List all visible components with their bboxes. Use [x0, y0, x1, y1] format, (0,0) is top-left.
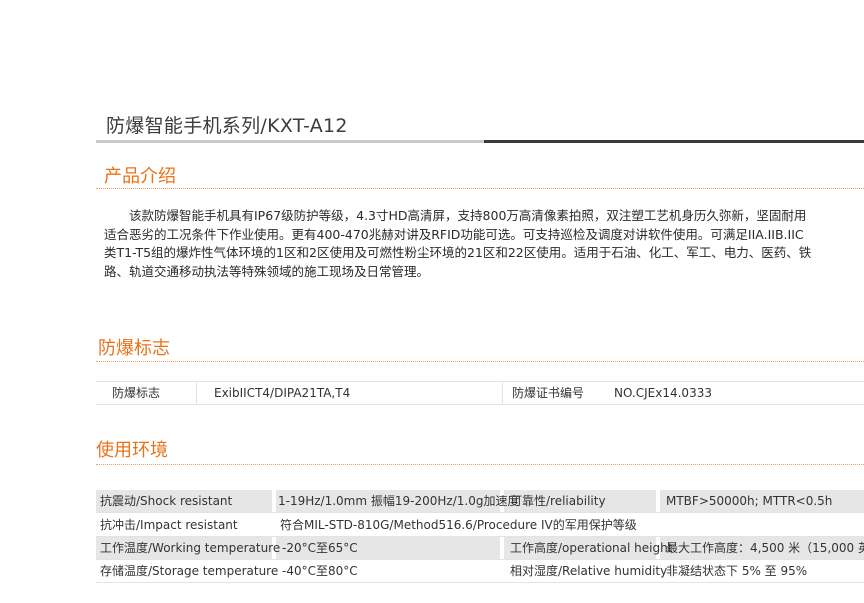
- env-label-shock: 抗震动/Shock resistant: [100, 494, 233, 508]
- section-divider-environment: [96, 464, 864, 465]
- cell-divider: [502, 382, 503, 404]
- section-heading-environment: 使用环境: [96, 440, 168, 461]
- cert-value: NO.CJEx14.0333: [614, 386, 712, 400]
- env-label-height: 工作高度/operational height: [510, 541, 673, 555]
- table-row: 抗震动/Shock resistant 1-19Hz/1.0mm 振幅19-20…: [96, 490, 864, 513]
- intro-line-1: 该款防爆智能手机具有IP67级防护等级，4.3寸HD高清屏，支持800万高清像素…: [129, 208, 807, 223]
- env-value-storage-temp: -40°C至80°C: [282, 564, 358, 578]
- env-label-humidity: 相对湿度/Relative humidity: [510, 564, 668, 578]
- env-label-reliability: 可靠性/reliability: [510, 494, 606, 508]
- env-value-impact: 符合MIL-STD-810G/Method516.6/Procedure IV的…: [280, 518, 637, 532]
- env-value-working-temp: -20°C至65°C: [282, 541, 358, 555]
- env-value-reliability: MTBF>50000h; MTTR<0.5h: [666, 494, 833, 508]
- explosion-label: 防爆标志: [112, 386, 161, 400]
- env-value-shock: 1-19Hz/1.0mm 振幅19-200Hz/1.0g加速度: [278, 494, 520, 508]
- env-label-impact: 抗冲击/Impact resistant: [100, 518, 238, 532]
- env-label-storage-temp: 存储温度/Storage temperature: [100, 564, 279, 578]
- table-row: 存储温度/Storage temperature -40°C至80°C 相对湿度…: [96, 560, 864, 583]
- table-row: 工作温度/Working temperature -20°C至65°C 工作高度…: [96, 537, 864, 560]
- section-heading-explosion: 防爆标志: [98, 338, 170, 359]
- env-value-height: 最大工作高度：4,500 米（15,000 英尺）: [666, 541, 864, 555]
- intro-line-2: 适合恶劣的工况条件下作业使用。更有400-470兆赫对讲及RFID功能可选。可支…: [104, 226, 804, 242]
- section-heading-intro: 产品介绍: [104, 166, 176, 187]
- explosion-value: ExibIICT4/DIPA21TA,T4: [214, 386, 351, 400]
- intro-paragraph: 该款防爆智能手机具有IP67级防护等级，4.3寸HD高清屏，支持800万高清像素…: [104, 207, 864, 281]
- page-title: 防爆智能手机系列/KXT-A12: [106, 115, 348, 137]
- env-value-humidity: 非凝结状态下 5% 至 95%: [666, 564, 808, 578]
- title-underline-gray: [96, 140, 484, 143]
- cell-divider: [196, 382, 197, 404]
- intro-line-3: 类T1-T5组的爆炸性气体环境的1区和2区使用及可燃性粉尘环境的21区和22区使…: [104, 245, 812, 260]
- explosion-table-row: 防爆标志 ExibIICT4/DIPA21TA,T4 防爆证书编号 NO.CJE…: [96, 381, 864, 405]
- section-divider-intro: [96, 188, 864, 189]
- env-label-working-temp: 工作温度/Working temperature: [100, 541, 281, 555]
- table-row: 抗冲击/Impact resistant 符合MIL-STD-810G/Meth…: [96, 514, 864, 537]
- intro-line-4: 路、轨道交通移动执法等特殊领域的施工现场及日常管理。: [104, 263, 430, 279]
- section-divider-explosion: [96, 361, 864, 362]
- cert-label: 防爆证书编号: [512, 386, 585, 400]
- title-underline-dark: [484, 140, 864, 143]
